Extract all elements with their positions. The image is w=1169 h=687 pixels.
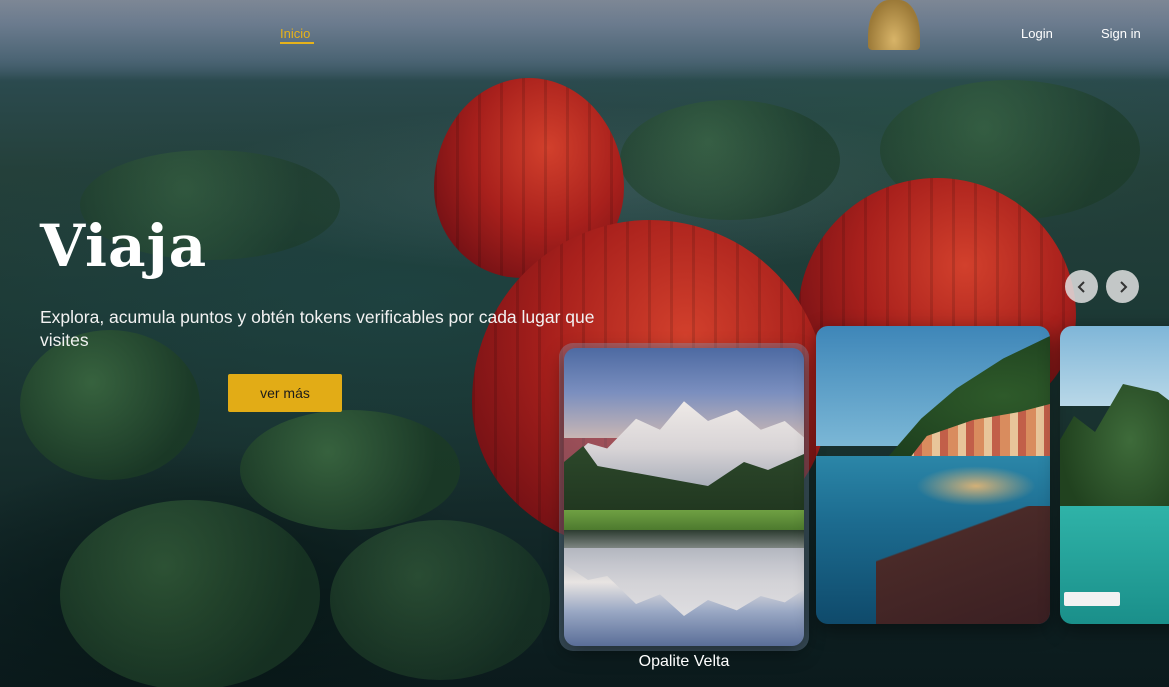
tree	[60, 500, 320, 687]
temple-stupa	[868, 0, 920, 50]
carousel-prev-button[interactable]	[1065, 270, 1098, 303]
login-link[interactable]: Login	[1021, 26, 1053, 41]
chevron-left-icon	[1077, 280, 1085, 293]
balcony-railing	[876, 506, 1050, 624]
meadow	[564, 510, 804, 530]
tree	[330, 520, 550, 680]
chevron-right-icon	[1119, 280, 1127, 293]
carousel-next-button[interactable]	[1106, 270, 1139, 303]
tree	[20, 330, 200, 480]
tree	[620, 100, 840, 220]
active-card-caption: Opalite Velta	[638, 653, 730, 670]
town-lights	[916, 466, 1036, 506]
bay-water	[1060, 506, 1169, 624]
nav-active-indicator	[280, 42, 314, 44]
signin-link[interactable]: Sign in	[1101, 26, 1141, 41]
ver-mas-button[interactable]: ver más	[228, 374, 342, 412]
destination-card-bay[interactable]	[1060, 326, 1169, 624]
hero-subtitle: Explora, acumula puntos y obtén tokens v…	[40, 307, 595, 350]
destination-card-mountain[interactable]	[564, 348, 804, 646]
tree	[240, 410, 460, 530]
hero-title: Viaja	[40, 212, 208, 280]
destination-card-coastal-town[interactable]	[816, 326, 1050, 624]
boat	[1064, 592, 1120, 606]
nav-home-link[interactable]: Inicio	[280, 26, 310, 41]
